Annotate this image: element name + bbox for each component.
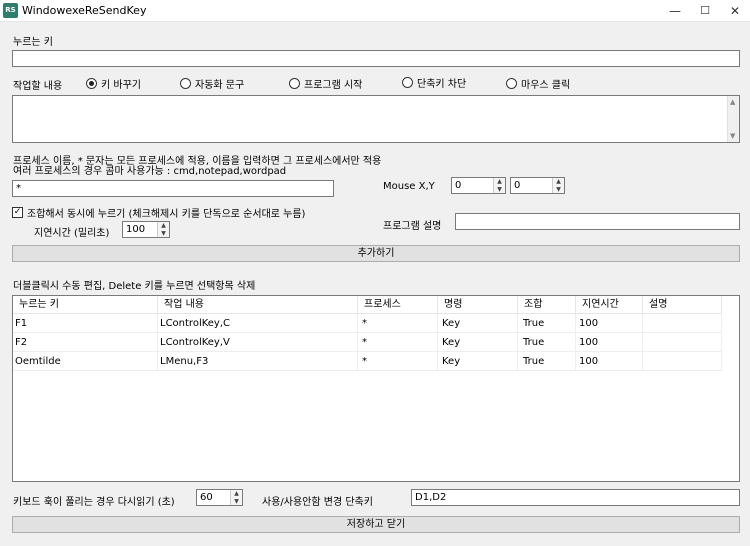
table-cell[interactable]: F1 <box>13 314 158 333</box>
radio-dot <box>180 78 191 89</box>
mouse-x-stepper[interactable]: 0 ▲ ▼ <box>451 177 506 194</box>
table-cell[interactable]: Key <box>438 352 518 371</box>
table-cell[interactable] <box>643 352 722 371</box>
radio-auto-text[interactable]: 자동화 문구 <box>180 76 244 91</box>
textarea-scrollbar[interactable]: ▲ ▼ <box>727 96 739 142</box>
spin-up-icon[interactable]: ▲ <box>553 178 564 185</box>
maximize-button[interactable]: ☐ <box>690 0 720 22</box>
table-cell[interactable]: LControlKey,C <box>158 314 358 333</box>
table-cell[interactable]: Oemtilde <box>13 352 158 371</box>
reload-label: 키보드 훅이 풀리는 경우 다시읽기 (초) <box>13 497 175 508</box>
radio-program-start[interactable]: 프로그램 시작 <box>289 76 362 91</box>
mouse-y-stepper[interactable]: 0 ▲ ▼ <box>510 177 565 194</box>
table-cell[interactable]: Key <box>438 333 518 352</box>
grid-header-delay[interactable]: 지연시간 <box>576 296 643 314</box>
key-input[interactable] <box>12 50 740 67</box>
combo-checkbox[interactable]: ✓ 조합해서 동시에 누르기 (체크해제시 키를 단독으로 순서대로 누름) <box>12 205 305 220</box>
table-cell[interactable]: LControlKey,V <box>158 333 358 352</box>
table-cell[interactable]: F2 <box>13 333 158 352</box>
delay-stepper[interactable]: 100 ▲ ▼ <box>122 221 170 238</box>
close-button[interactable]: ✕ <box>720 0 750 22</box>
reload-stepper[interactable]: 60 ▲ ▼ <box>196 489 243 506</box>
table-cell[interactable] <box>643 333 722 352</box>
minimize-button[interactable]: — <box>660 0 690 22</box>
table-cell[interactable]: 100 <box>576 333 643 352</box>
shortcut-grid[interactable]: 누르는 키 작업 내용 프로세스 명령 조합 지연시간 설명 F1 LContr… <box>12 295 740 482</box>
toggle-shortcut-input[interactable]: D1,D2 <box>411 489 740 506</box>
description-input[interactable] <box>455 213 740 230</box>
radio-dot <box>289 78 300 89</box>
spin-down-icon[interactable]: ▼ <box>158 230 169 237</box>
radio-dot <box>506 78 517 89</box>
scroll-up-icon[interactable]: ▲ <box>730 98 735 106</box>
spin-up-icon[interactable]: ▲ <box>494 178 505 185</box>
key-label: 누르는 키 <box>13 37 53 48</box>
add-button[interactable]: 추가하기 <box>12 245 740 262</box>
radio-dot <box>402 77 413 88</box>
table-cell[interactable] <box>643 314 722 333</box>
table-cell[interactable]: * <box>358 352 438 371</box>
scroll-down-icon[interactable]: ▼ <box>730 132 735 140</box>
toggle-shortcut-label: 사용/사용안함 변경 단축키 <box>262 497 373 508</box>
table-cell[interactable]: True <box>518 333 576 352</box>
task-label: 작업할 내용 <box>13 81 63 92</box>
grid-header-combo[interactable]: 조합 <box>518 296 576 314</box>
radio-mouse-click[interactable]: 마우스 클릭 <box>506 76 570 91</box>
table-cell[interactable]: * <box>358 314 438 333</box>
process-input[interactable]: * <box>12 180 334 197</box>
spin-up-icon[interactable]: ▲ <box>158 222 169 229</box>
grid-header-task[interactable]: 작업 내용 <box>158 296 358 314</box>
table-cell[interactable]: * <box>358 333 438 352</box>
radio-dot <box>86 78 97 89</box>
process-help-line2: 여러 프로세스의 경우 콤마 사용가능 : cmd,notepad,wordpa… <box>13 166 287 177</box>
table-cell[interactable]: 100 <box>576 352 643 371</box>
radio-shortcut-block[interactable]: 단축키 차단 <box>402 75 466 90</box>
title-bar: RS WindowexeReSendKey — ☐ ✕ <box>0 0 750 22</box>
window-title: WindowexeReSendKey <box>22 4 147 17</box>
spin-down-icon[interactable]: ▼ <box>231 498 242 505</box>
description-label: 프로그램 설명 <box>383 221 442 232</box>
table-cell[interactable]: True <box>518 352 576 371</box>
table-cell[interactable]: 100 <box>576 314 643 333</box>
grid-header-process[interactable]: 프로세스 <box>358 296 438 314</box>
save-close-button[interactable]: 저장하고 닫기 <box>12 516 740 533</box>
mouse-xy-label: Mouse X,Y <box>383 181 435 192</box>
grid-header-description[interactable]: 설명 <box>643 296 722 314</box>
spin-up-icon[interactable]: ▲ <box>231 490 242 497</box>
table-cell[interactable]: LMenu,F3 <box>158 352 358 371</box>
table-cell[interactable]: Key <box>438 314 518 333</box>
delay-label: 지연시간 (밀리초) <box>34 228 110 239</box>
task-content-textarea[interactable]: ▲ ▼ <box>12 95 740 143</box>
spin-down-icon[interactable]: ▼ <box>553 186 564 193</box>
radio-key-swap[interactable]: 키 바꾸기 <box>86 76 141 91</box>
grid-header-key[interactable]: 누르는 키 <box>13 296 158 314</box>
checkbox-check-icon: ✓ <box>12 207 23 218</box>
grid-header-command[interactable]: 명령 <box>438 296 518 314</box>
table-cell[interactable]: True <box>518 314 576 333</box>
app-icon: RS <box>3 3 18 18</box>
spin-down-icon[interactable]: ▼ <box>494 186 505 193</box>
grid-hint: 더블클릭시 수동 편집, Delete 키를 누르면 선택항목 삭제 <box>13 281 256 292</box>
